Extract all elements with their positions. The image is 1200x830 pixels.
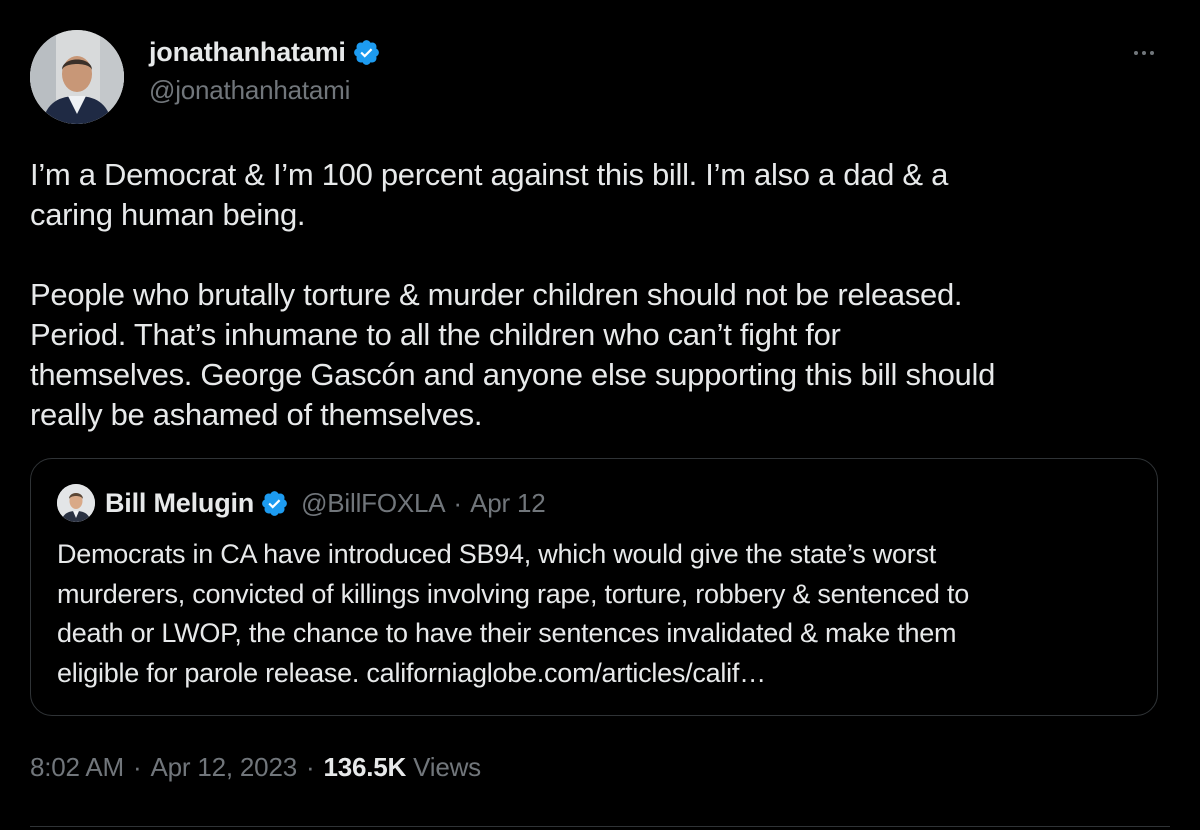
author-name-row: jonathanhatami: [149, 33, 381, 71]
quoted-author-name: Bill Melugin: [105, 487, 255, 518]
quoted-tweet-text: Democrats in CA have introduced SB94, wh…: [57, 539, 969, 688]
quoted-tweet-card[interactable]: Bill Melugin @BillFOXLA · Apr 12 Democra…: [30, 458, 1158, 716]
quoted-author-handle: @BillFOXLA: [301, 487, 446, 518]
author-handle[interactable]: @jonathanhatami: [149, 75, 381, 106]
tweet-text: I’m a Democrat & I’m 100 percent against…: [30, 155, 1170, 435]
author-avatar[interactable]: [30, 30, 124, 124]
tweet-meta: 8:02 AM · Apr 12, 2023 · 136.5K Views: [30, 752, 481, 783]
quoted-tweet-header: Bill Melugin @BillFOXLA · Apr 12: [57, 483, 546, 523]
tweet: jonathanhatami @jonathanhatami I’m a Dem…: [0, 0, 1200, 830]
quoted-separator: ·: [453, 487, 463, 518]
views-label[interactable]: Views: [413, 752, 481, 783]
tweet-time[interactable]: 8:02 AM: [30, 752, 124, 783]
quoted-author-avatar: [57, 484, 95, 522]
more-options-icon[interactable]: [1124, 38, 1164, 68]
author-avatar-image: [30, 30, 124, 124]
author-info: jonathanhatami @jonathanhatami: [149, 33, 381, 106]
verified-badge-icon: [260, 489, 289, 518]
verified-badge-icon[interactable]: [352, 38, 381, 67]
views-count[interactable]: 136.5K: [323, 752, 406, 783]
quoted-date: Apr 12: [470, 487, 546, 518]
quoted-author-avatar-image: [57, 484, 95, 522]
meta-separator: ·: [305, 752, 315, 782]
divider: [30, 826, 1170, 827]
author-display-name[interactable]: jonathanhatami: [149, 37, 346, 68]
meta-separator: ·: [133, 752, 142, 782]
tweet-paragraph: People who brutally torture & murder chi…: [30, 277, 996, 432]
tweet-date[interactable]: Apr 12, 2023: [150, 752, 297, 783]
tweet-paragraph: I’m a Democrat & I’m 100 percent against…: [30, 157, 949, 232]
